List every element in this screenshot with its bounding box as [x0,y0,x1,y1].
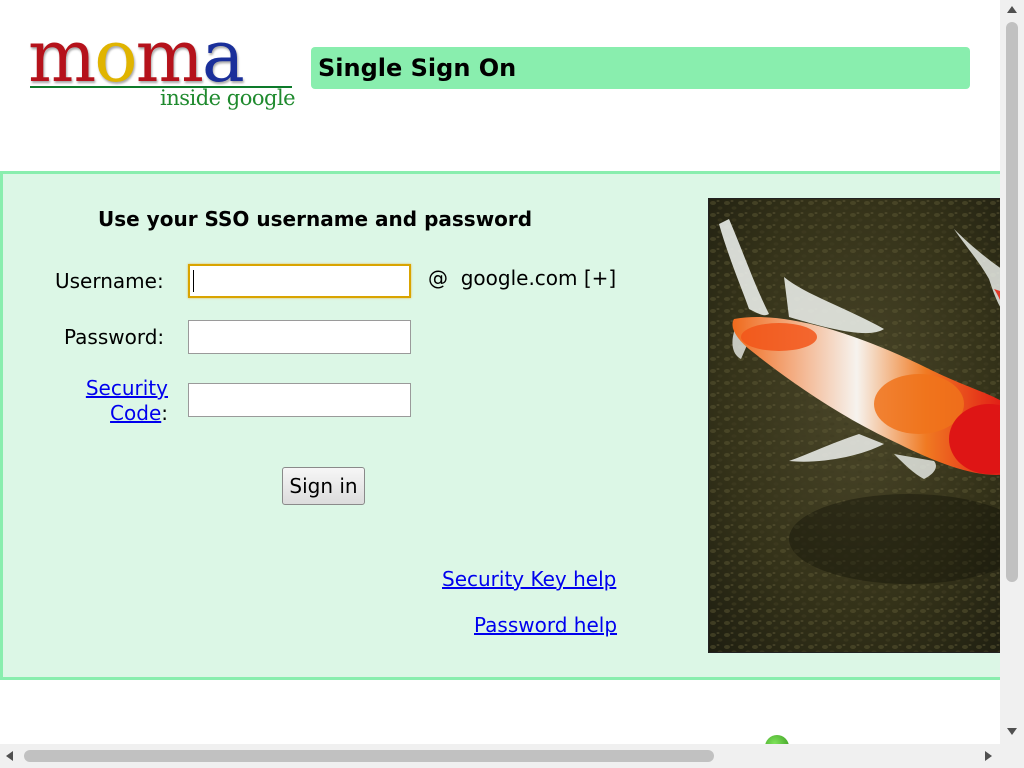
logo-letter: a [201,14,245,98]
password-input[interactable] [188,320,411,354]
password-help-link[interactable]: Password help [474,613,617,637]
horizontal-scroll-thumb[interactable] [24,750,714,762]
vertical-scroll-thumb[interactable] [1006,22,1018,582]
password-label: Password: [64,325,165,349]
horizontal-scrollbar[interactable] [0,744,1000,768]
scroll-down-arrow-icon[interactable] [1007,728,1017,735]
status-orb-icon [765,735,789,744]
scroll-right-arrow-icon[interactable] [985,751,992,761]
logo-letter: m [28,14,96,98]
text-caret [193,270,194,292]
security-code-link-line2: Code [110,401,162,425]
page-viewport: moma inside google Single Sign On Use yo… [0,0,1000,744]
username-label: Username: [55,269,164,293]
security-code-link[interactable]: Security Code [86,376,168,425]
sign-in-button[interactable]: Sign in [282,467,365,505]
username-input[interactable] [188,264,411,298]
logo-tagline: inside google [160,86,296,110]
vertical-scrollbar[interactable] [1000,0,1024,744]
scroll-left-arrow-icon[interactable] [6,751,13,761]
logo-letter: o [94,14,137,98]
security-code-link-line1: Security [85,376,168,400]
moma-logo: moma inside google [28,16,298,122]
domain-suffix[interactable]: @ google.com [+] [428,266,616,290]
security-code-input[interactable] [188,383,411,417]
security-code-colon: : [161,401,168,425]
logo-letter: m [135,14,204,98]
page-title: Single Sign On [311,47,970,89]
security-key-help-link[interactable]: Security Key help [442,567,616,591]
form-title: Use your SSO username and password [98,207,533,231]
security-code-label: Security Code: [70,376,168,426]
scrollbar-corner [1000,744,1024,768]
koi-fish-photo [708,198,1000,653]
scroll-up-arrow-icon[interactable] [1007,6,1017,13]
logo-wordmark: moma [28,14,245,98]
